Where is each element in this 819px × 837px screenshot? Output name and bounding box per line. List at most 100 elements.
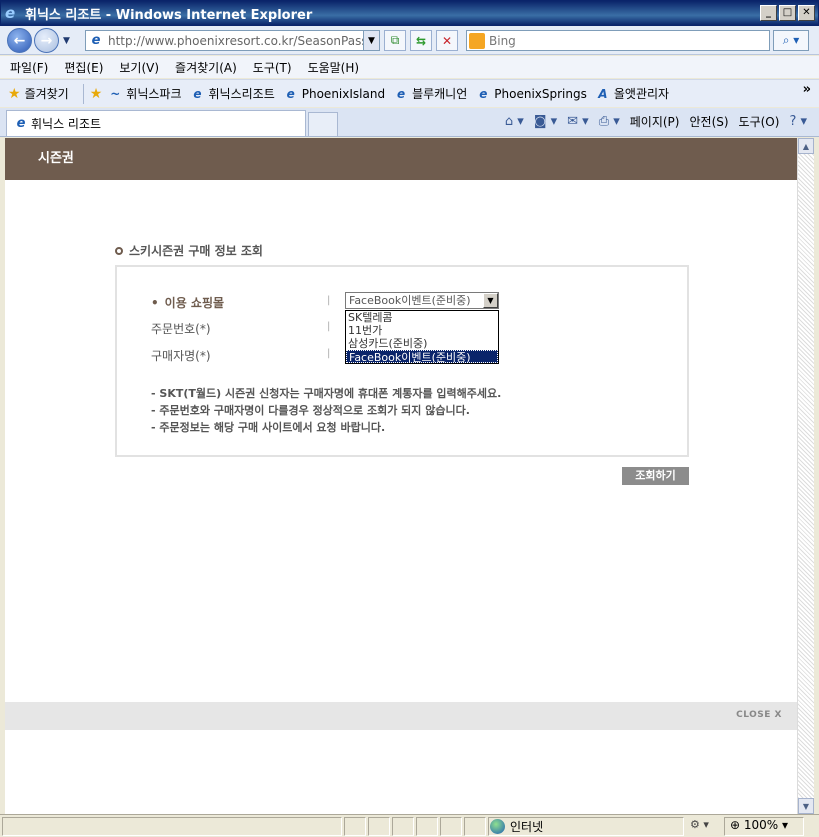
page-menu[interactable]: 페이지(P) <box>630 113 680 130</box>
menu-help[interactable]: 도움말(H) <box>308 59 360 76</box>
scroll-down-icon[interactable]: ▼ <box>798 798 814 814</box>
maximize-button[interactable]: □ <box>779 5 796 21</box>
address-dropdown-icon[interactable]: ▼ <box>363 31 379 50</box>
status-cell <box>344 817 366 836</box>
menu-favorites[interactable]: 즐겨찾기(A) <box>175 59 237 76</box>
notice-list: - SKT(T월드) 시즌권 신청자는 구매자명에 휴대폰 계통자를 입력해주세… <box>151 385 501 436</box>
menu-tools[interactable]: 도구(T) <box>253 59 292 76</box>
home-icon[interactable]: ⌂ ▾ <box>505 114 524 129</box>
scroll-up-icon[interactable]: ▲ <box>798 138 814 154</box>
back-button[interactable]: ← <box>7 28 32 53</box>
safety-menu[interactable]: 안전(S) <box>689 113 728 130</box>
favorites-bar: ★ 즐겨찾기 ★ ~ 휘닉스파크 e 휘닉스리조트 e PhoenixIsland e… <box>0 79 819 107</box>
search-input[interactable]: Bing <box>466 30 770 51</box>
menu-bar: 파일(F) 편집(E) 보기(V) 즐겨찾기(A) 도구(T) 도움말(H) <box>0 56 819 78</box>
option-sk-telecom[interactable]: SK텔레콤 <box>346 311 498 324</box>
page-icon: e <box>286 86 295 101</box>
command-bar: ⌂ ▾ ◙ ▾ ✉ ▾ ⎙ ▾ 페이지(P) 안전(S) 도구(O) ? ▾ <box>505 113 807 130</box>
notice-item: - 주문번호와 구매자명이 다를경우 정상적으로 조회가 되지 않습니다. <box>151 404 470 417</box>
page-icon: e <box>396 86 406 101</box>
status-cell <box>368 817 390 836</box>
security-zone[interactable]: 인터넷 <box>490 818 543 835</box>
favorite-phoenixisland[interactable]: e PhoenixIsland <box>284 87 385 101</box>
close-window-button[interactable]: ✕ <box>798 5 815 21</box>
page-icon: e <box>193 86 202 101</box>
feeds-icon[interactable]: ◙ ▾ <box>534 114 557 129</box>
mail-icon[interactable]: ✉ ▾ <box>567 114 589 129</box>
stop-button[interactable]: ✕ <box>436 30 458 51</box>
status-cell <box>464 817 486 836</box>
window-title-bar: e 휘닉스 리조트 - Windows Internet Explorer _ … <box>0 0 819 26</box>
colon-divider: | <box>327 348 331 359</box>
address-input[interactable]: e http://www.phoenixresort.co.kr/SeasonP… <box>85 30 380 51</box>
print-icon[interactable]: ⎙ ▾ <box>599 114 620 129</box>
menu-file[interactable]: 파일(F) <box>10 59 48 76</box>
recent-pages-dropdown-icon[interactable]: ▼ <box>63 36 70 46</box>
page-icon: e <box>16 115 26 131</box>
add-favorite-icon[interactable]: ★ <box>90 86 103 102</box>
favorites-overflow-button[interactable]: » <box>803 82 811 97</box>
search-button[interactable]: ⌕ ▾ <box>773 30 809 51</box>
zoom-level[interactable]: ⊕ 100% ▾ <box>730 818 788 832</box>
notice-item: - 주문정보는 해당 구매 사이트에서 요청 바랍니다. <box>151 421 386 434</box>
window-controls: _ □ ✕ <box>760 5 815 21</box>
status-text-cell <box>2 817 342 836</box>
close-button[interactable]: CLOSE X <box>736 710 782 720</box>
lookup-button[interactable]: 조회하기 <box>622 467 689 485</box>
vertical-scrollbar[interactable]: ▲ ▼ <box>797 138 814 814</box>
page-icon: e <box>91 32 101 48</box>
page-icon: e <box>479 86 488 101</box>
protected-mode-icon[interactable]: ⚙ ▾ <box>690 818 709 831</box>
status-cell <box>416 817 438 836</box>
footer-bar: CLOSE X <box>5 702 797 730</box>
mall-select-value: FaceBook이벤트(준비중) <box>349 294 471 307</box>
buyer-name-label: 구매자명(*) <box>151 349 211 363</box>
colon-divider: | <box>327 295 331 306</box>
allat-icon: A <box>598 86 608 101</box>
notice-item: - SKT(T월드) 시즌권 신청자는 구매자명에 휴대폰 계통자를 입력해주세… <box>151 387 502 400</box>
tools-menu[interactable]: 도구(O) <box>739 113 780 130</box>
lookup-form-panel: 이용 쇼핑몰 | FaceBook이벤트(준비중) ▼ SK텔레콤 11번가 삼… <box>115 265 689 457</box>
favorites-star-icon: ★ <box>8 85 21 102</box>
favorite-phoenixresort[interactable]: e 휘닉스리조트 <box>191 85 274 102</box>
option-facebook-event[interactable]: FaceBook이벤트(준비중) <box>346 350 498 363</box>
favorite-phoenixpark[interactable]: ~ 휘닉스파크 <box>108 85 181 102</box>
option-11st[interactable]: 11번가 <box>346 324 498 337</box>
bullet-icon <box>115 246 123 255</box>
chevron-down-icon[interactable]: ▼ <box>483 293 498 308</box>
status-cell <box>440 817 462 836</box>
menu-view[interactable]: 보기(V) <box>119 59 159 76</box>
tab-bar: e 휘닉스 리조트 ⌂ ▾ ◙ ▾ ✉ ▾ ⎙ ▾ 페이지(P) 안전(S) 도… <box>0 108 819 137</box>
menu-edit[interactable]: 편집(E) <box>64 59 103 76</box>
window-title: 휘닉스 리조트 - Windows Internet Explorer <box>25 7 313 23</box>
search-placeholder: Bing <box>489 33 516 48</box>
favorite-phoenixsprings[interactable]: e PhoenixSprings <box>476 87 587 101</box>
order-number-label: 주문번호(*) <box>151 322 211 336</box>
new-tab-button[interactable] <box>308 112 338 136</box>
forward-button[interactable]: → <box>34 28 59 53</box>
section-title: 스키시즌권 구매 정보 조회 <box>115 242 263 259</box>
scroll-track[interactable] <box>798 154 814 798</box>
page-viewport: 시즌권 스키시즌권 구매 정보 조회 이용 쇼핑몰 | FaceBook이벤트(… <box>5 138 797 814</box>
page-title: 시즌권 <box>5 138 797 180</box>
status-cell <box>392 817 414 836</box>
help-icon[interactable]: ? ▾ <box>789 114 807 129</box>
tab-label: 휘닉스 리조트 <box>31 117 102 131</box>
globe-icon <box>490 819 505 834</box>
tab-phoenix-resort[interactable]: e 휘닉스 리조트 <box>6 110 306 136</box>
favorites-separator <box>82 83 84 104</box>
favorite-allat-admin[interactable]: A 올앳관리자 <box>596 85 669 102</box>
bing-icon <box>469 32 485 49</box>
compatibility-view-button[interactable]: ⧉ <box>384 30 406 51</box>
favorite-bluecanyon[interactable]: e 블루캐니언 <box>394 85 467 102</box>
favorites-button[interactable]: 즐겨찾기 <box>25 85 69 102</box>
mall-label: 이용 쇼핑몰 <box>151 294 224 311</box>
minimize-button[interactable]: _ <box>760 5 777 21</box>
mall-select-options: SK텔레콤 11번가 삼성카드(준비중) FaceBook이벤트(준비중) <box>345 310 499 364</box>
navigation-bar: ← → ▼ e http://www.phoenixresort.co.kr/S… <box>0 26 819 55</box>
colon-divider: | <box>327 321 331 332</box>
refresh-button[interactable]: ⇆ <box>410 30 432 51</box>
zoom-icon: ⊕ <box>730 818 744 832</box>
option-samsung-card[interactable]: 삼성카드(준비중) <box>346 337 498 350</box>
mall-select[interactable]: FaceBook이벤트(준비중) ▼ <box>345 292 499 309</box>
